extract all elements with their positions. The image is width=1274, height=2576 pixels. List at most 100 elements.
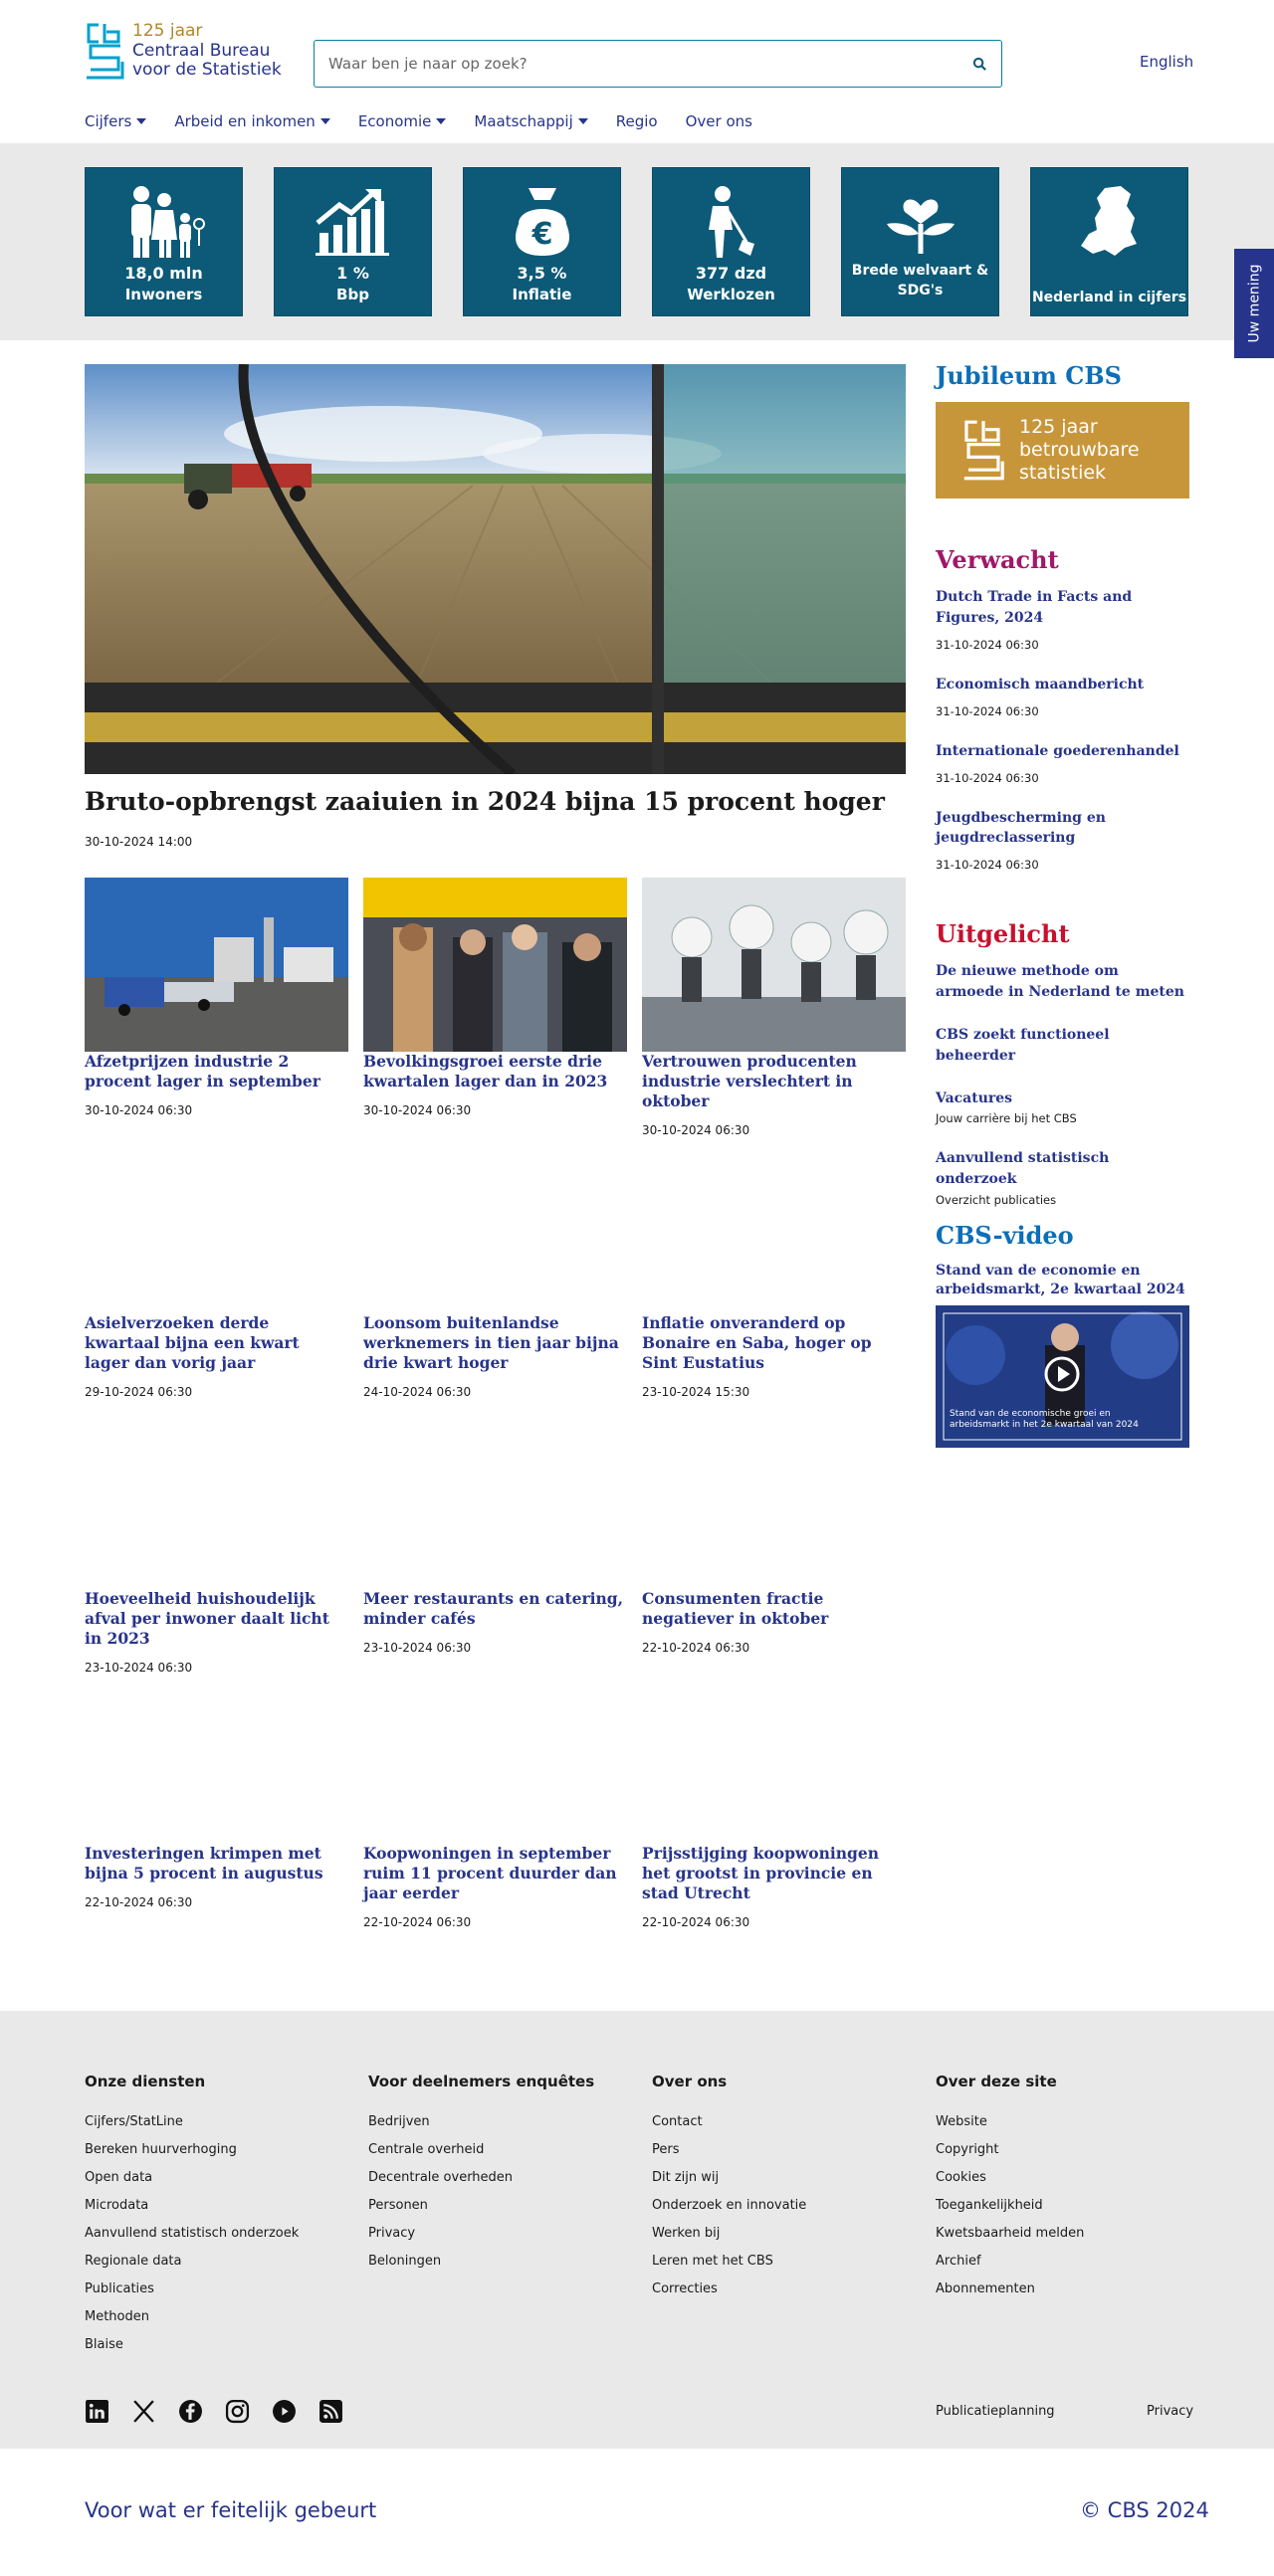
footer-link[interactable]: Blaise (85, 2331, 343, 2359)
footer-bottom-link[interactable]: Publicatieplanning (936, 2404, 1055, 2419)
footer-link[interactable]: Leren met het CBS (652, 2248, 911, 2276)
footer-link[interactable]: Cookies (936, 2164, 1194, 2192)
language-link[interactable]: English (1140, 53, 1193, 71)
article-title[interactable]: Loonsom buitenlandse werknemers in tien … (363, 1313, 619, 1372)
uitgelicht-link[interactable]: Aanvullend statistisch onderzoek (936, 1150, 1109, 1187)
tile-inwoners[interactable]: 18,0 mln Inwoners (85, 167, 243, 316)
nav-item-maatschappij[interactable]: Maatschappij (474, 112, 588, 130)
article-title[interactable]: Koopwoningen in september ruim 11 procen… (363, 1844, 617, 1902)
footer-link[interactable]: Copyright (936, 2136, 1194, 2164)
footer-link[interactable]: Contact (652, 2108, 911, 2136)
footer-link[interactable]: Dit zijn wij (652, 2164, 911, 2192)
site-header: 125 jaar Centraal Bureau voor de Statist… (0, 0, 1274, 88)
play-icon[interactable] (1043, 1355, 1081, 1393)
verwacht-link[interactable]: Dutch Trade in Facts and Figures, 2024 (936, 589, 1132, 626)
facebook-icon[interactable] (178, 2399, 203, 2428)
tile-inflatie[interactable]: € 3,5 % Inflatie (463, 167, 621, 316)
article-title[interactable]: Consumenten fractie negatiever in oktobe… (642, 1589, 828, 1628)
jubileum-banner[interactable]: 125 jaar betrouwbare statistiek (936, 402, 1189, 498)
youtube-icon[interactable] (272, 2399, 297, 2428)
footer-link[interactable]: Regionale data (85, 2248, 343, 2276)
feedback-tab[interactable]: Uw mening (1234, 249, 1274, 358)
site-footer: Onze diensten Cijfers/StatLine Bereken h… (0, 2011, 1274, 2449)
caret-down-icon (136, 118, 147, 124)
tile-nederland-in-cijfers[interactable]: Nederland in cijfers (1030, 167, 1188, 316)
footer-link[interactable]: Publicaties (85, 2276, 343, 2303)
x-icon[interactable] (131, 2399, 156, 2428)
footer-link[interactable]: Website (936, 2108, 1194, 2136)
article-title[interactable]: Prijsstijging koopwoningen het grootst i… (642, 1844, 879, 1902)
footer-link[interactable]: Pers (652, 2136, 911, 2164)
footer-link[interactable]: Toegankelijkheid (936, 2192, 1194, 2220)
video-player[interactable]: Stand van de economische groei en arbeid… (936, 1304, 1189, 1448)
article-title[interactable]: Afzetprijzen industrie 2 procent lager i… (85, 1052, 320, 1090)
rss-icon[interactable] (318, 2399, 343, 2428)
nav-item-economie[interactable]: Economie (358, 112, 447, 130)
footer-link[interactable]: Aanvullend statistisch onderzoek (85, 2220, 343, 2248)
uitgelicht-link[interactable]: CBS zoekt functioneel beheerder (936, 1027, 1110, 1064)
footer-link[interactable]: Bedrijven (368, 2108, 627, 2136)
footer-column: Onze diensten Cijfers/StatLine Bereken h… (85, 2073, 343, 2359)
footer-link[interactable]: Werken bij (652, 2220, 911, 2248)
verwacht-date: 31-10-2024 06:30 (936, 637, 1039, 652)
nav-label: Over ons (685, 112, 752, 130)
nav-item-over-ons[interactable]: Over ons (686, 112, 752, 130)
article-date: 22-10-2024 06:30 (642, 1915, 750, 1930)
article-card: Afzetprijzen industrie 2 procent lager i… (85, 878, 348, 1117)
article-date: 23-10-2024 06:30 (85, 1661, 193, 1676)
uitgelicht-item: Aanvullend statistisch onderzoek Overzich… (936, 1147, 1189, 1207)
footer-link[interactable]: Beloningen (368, 2248, 627, 2276)
nav-item-regio[interactable]: Regio (616, 112, 658, 130)
verwacht-date: 31-10-2024 06:30 (936, 770, 1039, 785)
article-thumbnail[interactable] (363, 878, 627, 1052)
search-input[interactable] (315, 41, 957, 87)
footer-link[interactable]: Bereken huurverhoging (85, 2136, 343, 2164)
footer-link[interactable]: Kwetsbaarheid melden (936, 2220, 1194, 2248)
footer-link[interactable]: Methoden (85, 2303, 343, 2331)
article-thumbnail[interactable] (642, 878, 906, 1052)
tile-werklozen[interactable]: 377 dzd Werklozen (652, 167, 810, 316)
uitgelicht-sub: Jouw carrière bij het CBS (936, 1111, 1077, 1126)
footer-link[interactable]: Personen (368, 2192, 627, 2220)
site-bottom-bar: Voor wat er feitelijk gebeurt © CBS 2024 (0, 2449, 1274, 2576)
article-title[interactable]: Investeringen krimpen met bijna 5 procen… (85, 1844, 323, 1882)
article-thumbnail[interactable] (85, 878, 348, 1052)
instagram-icon[interactable] (225, 2399, 250, 2428)
nav-item-arbeid-en-inkomen[interactable]: Arbeid en inkomen (174, 112, 330, 130)
verwacht-link[interactable]: Internationale goederenhandel (936, 743, 1179, 759)
nav-item-cijfers[interactable]: Cijfers (85, 112, 147, 130)
tile-brede-welvaart[interactable]: Brede welvaart & SDG's (841, 167, 999, 316)
footer-link[interactable]: Centrale overheid (368, 2136, 627, 2164)
verwacht-link[interactable]: Economisch maandbericht (936, 677, 1144, 693)
tile-label: Inwoners (124, 286, 203, 303)
article-title[interactable]: Vertrouwen producenten industrie verslec… (642, 1052, 857, 1110)
article-title[interactable]: Inflatie onveranderd op Bonaire en Saba,… (642, 1313, 872, 1372)
article-date: 29-10-2024 06:30 (85, 1385, 193, 1400)
uitgelicht-link[interactable]: Vacatures (936, 1090, 1012, 1106)
hero-title[interactable]: Bruto-opbrengst zaaiuien in 2024 bijna 1… (85, 787, 885, 816)
footer-link[interactable]: Abonnementen (936, 2276, 1194, 2303)
article-title[interactable]: Hoeveelheid huishoudelijk afval per inwo… (85, 1589, 329, 1648)
footer-link[interactable]: Open data (85, 2164, 343, 2192)
article-title[interactable]: Meer restaurants en catering, minder caf… (363, 1589, 623, 1628)
footer-link[interactable]: Decentrale overheden (368, 2164, 627, 2192)
article-title[interactable]: Asielverzoeken derde kwartaal bijna een … (85, 1313, 300, 1372)
linkedin-icon[interactable] (85, 2399, 109, 2428)
tile-bbp[interactable]: 1 % Bbp (274, 167, 432, 316)
search-button[interactable] (957, 41, 1001, 87)
footer-link[interactable]: Privacy (368, 2220, 627, 2248)
verwacht-link[interactable]: Jeugdbescherming en jeugdreclassering (936, 810, 1106, 847)
hero-image[interactable] (85, 364, 906, 774)
footer-link[interactable]: Onderzoek en innovatie (652, 2192, 911, 2220)
footer-link[interactable]: Cijfers/StatLine (85, 2108, 343, 2136)
cbs-logo[interactable]: 125 jaar Centraal Bureau voor de Statist… (85, 21, 284, 86)
footer-link[interactable]: Microdata (85, 2192, 343, 2220)
footer-bottom-link[interactable]: Privacy (1147, 2404, 1193, 2419)
footer-link[interactable]: Archief (936, 2248, 1194, 2276)
footer-heading: Onze diensten (85, 2073, 206, 2090)
footer-link[interactable]: Correcties (652, 2276, 911, 2303)
article-card: Loonsom buitenlandse werknemers in tien … (363, 1313, 627, 1399)
video-title-link[interactable]: Stand van de economie en arbeidsmarkt, 2… (936, 1262, 1189, 1299)
uitgelicht-link[interactable]: De nieuwe methode om armoede in Nederlan… (936, 963, 1184, 1000)
article-title[interactable]: Bevolkingsgroei eerste drie kwartalen la… (363, 1052, 607, 1090)
